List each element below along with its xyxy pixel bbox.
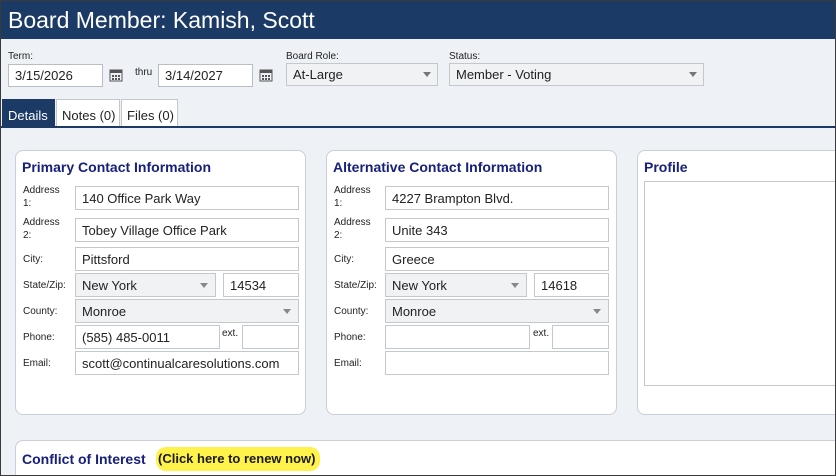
primary-ext-input[interactable]: [242, 325, 299, 349]
tab-details[interactable]: Details: [2, 99, 55, 127]
thru-label: thru: [135, 67, 153, 78]
primary-email-input[interactable]: scott@continualcaresolutions.com: [75, 351, 299, 375]
status-value: Member - Voting: [456, 67, 552, 82]
address2-label: Address 2:: [23, 217, 60, 241]
primary-contact-card: Primary Contact Information Address 1: 1…: [15, 150, 306, 415]
state-zip-label: State/Zip:: [334, 280, 377, 291]
email-label: Email:: [23, 358, 51, 369]
alternative-address2-input[interactable]: Unite 343: [385, 218, 609, 242]
board-role-select[interactable]: At-Large: [286, 63, 438, 86]
primary-zip-input[interactable]: 14534: [223, 273, 299, 297]
address1-label: Address 1:: [334, 185, 371, 209]
alternative-phone-input[interactable]: [385, 325, 530, 349]
address1-label: Address 1:: [23, 185, 60, 209]
ext-label: ext.: [222, 328, 239, 339]
details-content: Primary Contact Information Address 1: 1…: [1, 128, 835, 475]
conflict-of-interest-title: Conflict of Interest: [22, 451, 146, 467]
primary-county-select[interactable]: Monroe: [75, 299, 299, 323]
primary-address2-input[interactable]: Tobey Village Office Park: [75, 218, 299, 242]
calendar-icon[interactable]: [259, 68, 273, 82]
term-end-date-input[interactable]: 3/14/2027: [158, 64, 253, 87]
email-label: Email:: [334, 358, 362, 369]
ext-label: ext.: [533, 328, 550, 339]
title-bar: Board Member: Kamish, Scott: [1, 1, 835, 39]
city-label: City:: [23, 254, 43, 265]
profile-title: Profile: [644, 159, 688, 175]
page-title: Board Member: Kamish, Scott: [8, 7, 315, 33]
tab-notes[interactable]: Notes (0): [56, 99, 120, 127]
chevron-down-icon: [511, 283, 519, 288]
alternative-contact-card: Alternative Contact Information Address …: [326, 150, 617, 415]
city-label: City:: [334, 254, 354, 265]
term-label: Term:: [8, 51, 33, 62]
chevron-down-icon: [593, 309, 601, 314]
profile-textarea[interactable]: [644, 181, 835, 386]
chevron-down-icon: [200, 283, 208, 288]
renew-now-link[interactable]: (Click here to renew now): [156, 447, 321, 471]
state-zip-label: State/Zip:: [23, 280, 66, 291]
alternative-email-input[interactable]: [385, 351, 609, 375]
chevron-down-icon: [423, 72, 431, 77]
primary-city-input[interactable]: Pittsford: [75, 247, 299, 271]
primary-address1-input[interactable]: 140 Office Park Way: [75, 186, 299, 210]
county-label: County:: [334, 306, 369, 317]
alternative-county-select[interactable]: Monroe: [385, 299, 609, 323]
address2-label: Address 2:: [334, 217, 371, 241]
alternative-ext-input[interactable]: [552, 325, 609, 349]
primary-state-value: New York: [82, 278, 137, 293]
primary-phone-input[interactable]: (585) 485-0011: [75, 325, 220, 349]
tab-bar: Details Notes (0) Files (0): [1, 99, 835, 127]
alternative-address1-input[interactable]: 4227 Brampton Blvd.: [385, 186, 609, 210]
alternative-city-input[interactable]: Greece: [385, 247, 609, 271]
alternative-state-select[interactable]: New York: [385, 273, 527, 297]
alternative-state-value: New York: [392, 278, 447, 293]
alternative-county-value: Monroe: [392, 304, 437, 319]
calendar-icon[interactable]: [109, 68, 123, 82]
county-label: County:: [23, 306, 58, 317]
board-role-value: At-Large: [293, 67, 343, 82]
primary-contact-title: Primary Contact Information: [22, 159, 212, 175]
chevron-down-icon: [689, 72, 697, 77]
term-fields-bar: Term: 3/15/2026 thru 3/14/2027 Board Rol…: [1, 39, 835, 99]
chevron-down-icon: [283, 309, 291, 314]
profile-card: Profile: [637, 150, 835, 415]
tab-files[interactable]: Files (0): [121, 99, 178, 127]
board-member-window: Board Member: Kamish, Scott Term: 3/15/2…: [0, 0, 836, 476]
phone-label: Phone:: [23, 332, 55, 343]
conflict-of-interest-card: Conflict of Interest (Click here to rene…: [15, 440, 835, 475]
status-select[interactable]: Member - Voting: [449, 63, 704, 86]
alternative-contact-title: Alternative Contact Information: [333, 159, 543, 175]
status-label: Status:: [449, 51, 481, 62]
term-start-date-input[interactable]: 3/15/2026: [8, 64, 103, 87]
alternative-zip-input[interactable]: 14618: [534, 273, 609, 297]
primary-county-value: Monroe: [82, 304, 127, 319]
board-role-label: Board Role:: [286, 51, 339, 62]
phone-label: Phone:: [334, 332, 366, 343]
primary-state-select[interactable]: New York: [75, 273, 216, 297]
